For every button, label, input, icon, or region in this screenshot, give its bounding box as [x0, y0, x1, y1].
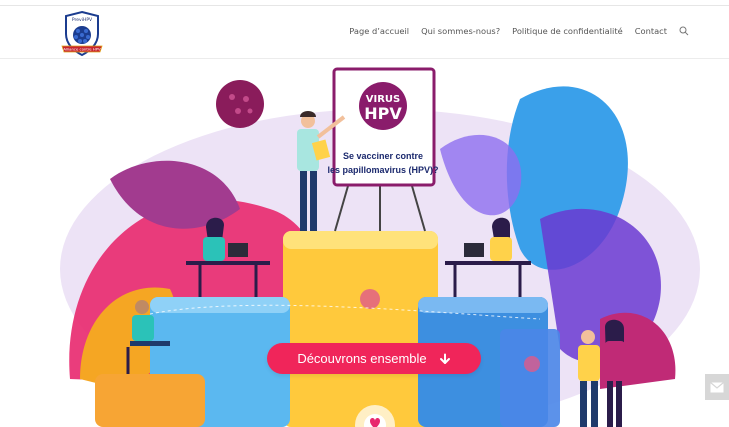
- center-podium: [283, 231, 438, 427]
- front-left-block: [95, 374, 205, 427]
- main-nav: Page d’accueil Qui sommes-nous? Politiqu…: [349, 26, 689, 36]
- nav-item-home[interactable]: Page d’accueil: [349, 26, 409, 36]
- logo-ribbon-text: Alliance contre HPV: [63, 47, 101, 52]
- search-icon[interactable]: [679, 26, 689, 36]
- board-line-question-1: Se vacciner contre: [343, 151, 423, 161]
- mail-floating-button[interactable]: [705, 374, 729, 400]
- arrow-down-icon: [439, 353, 450, 364]
- discover-button[interactable]: Découvrons ensemble: [267, 343, 481, 374]
- mail-icon: [710, 381, 724, 392]
- nav-item-about[interactable]: Qui sommes-nous?: [421, 26, 500, 36]
- logo-shield-icon: PreviHPV Alliance contre HPV: [61, 10, 103, 57]
- board-line-question-2: les papillomavirus (HPV)?: [327, 165, 438, 175]
- discover-button-label: Découvrons ensemble: [297, 351, 427, 366]
- nav-item-privacy[interactable]: Politique de confidentialité: [512, 26, 623, 36]
- site-header: PreviHPV Alliance contre HPV Page d’accu…: [0, 6, 729, 59]
- nav-item-contact[interactable]: Contact: [635, 26, 667, 36]
- board-line-hpv: HPV: [364, 104, 402, 123]
- virus-ball: [216, 80, 264, 128]
- logo-top-text: PreviHPV: [72, 17, 93, 23]
- site-logo[interactable]: PreviHPV Alliance contre HPV: [58, 10, 106, 58]
